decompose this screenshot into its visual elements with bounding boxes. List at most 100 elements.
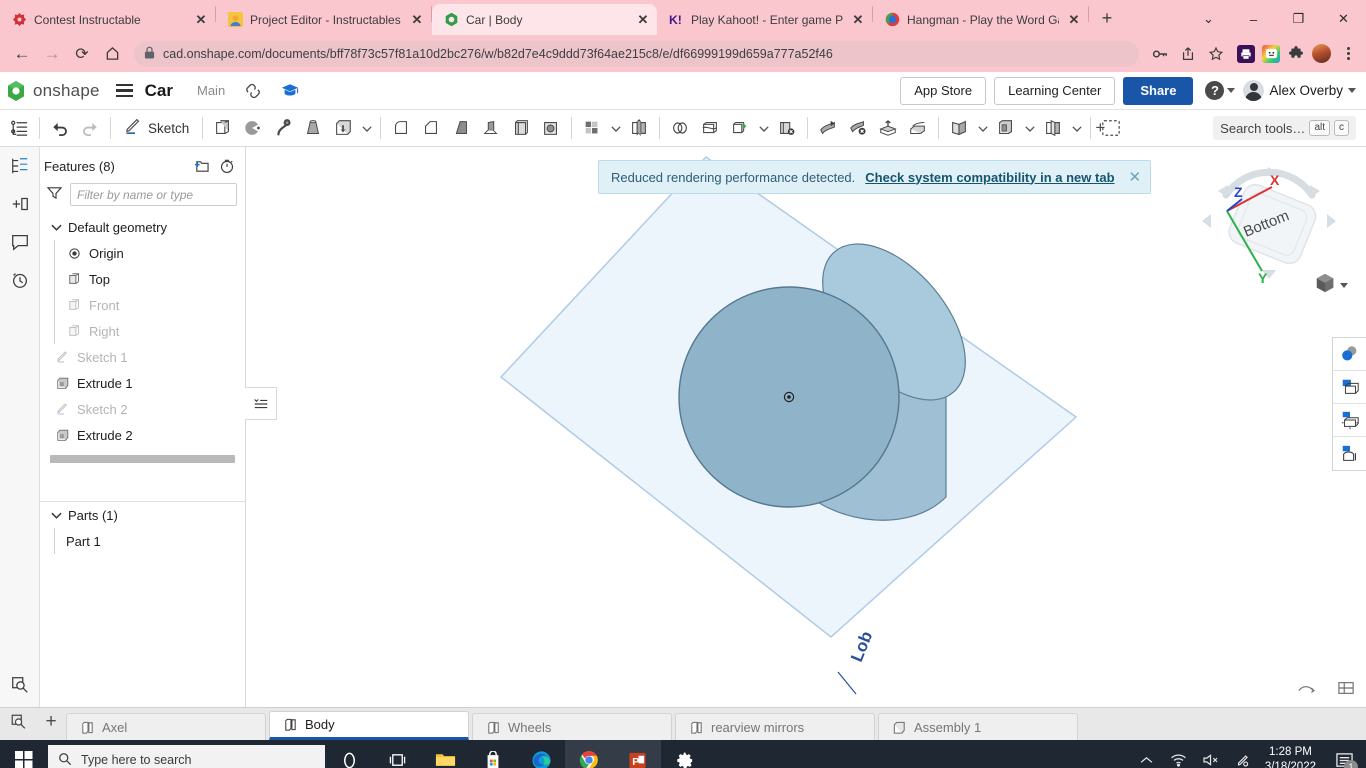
document-tab-body[interactable]: Body: [269, 711, 469, 740]
action-center-icon[interactable]: 1: [1326, 740, 1362, 768]
learning-center-button[interactable]: Learning Center: [994, 77, 1115, 105]
render-shaded-icon[interactable]: [1333, 338, 1366, 371]
puzzle-extensions-icon[interactable]: [1287, 45, 1305, 63]
taskbar-clock[interactable]: 1:28 PM 3/18/2022: [1259, 745, 1326, 768]
tree-node-extrude-2[interactable]: Extrude 2: [44, 422, 245, 448]
chamfer-icon[interactable]: [416, 113, 446, 144]
print-layout-icon[interactable]: [1336, 680, 1356, 701]
zoom-search-icon[interactable]: [8, 673, 32, 697]
transform-dropdown-caret[interactable]: [755, 113, 772, 144]
sheetmetal-dropdown-caret[interactable]: [1068, 113, 1085, 144]
measure-tool-icon[interactable]: [1333, 437, 1366, 470]
sheet-bend-icon[interactable]: [813, 113, 843, 144]
window-close-icon[interactable]: ✕: [1321, 3, 1366, 35]
link-icon[interactable]: [245, 83, 261, 99]
settings-icon[interactable]: [661, 740, 709, 768]
tree-node-front[interactable]: Front: [44, 292, 245, 318]
curve-sweep-icon[interactable]: [268, 113, 298, 144]
chevron-down-icon[interactable]: [50, 223, 62, 231]
hole-icon[interactable]: [536, 113, 566, 144]
task-view-icon[interactable]: [373, 740, 421, 768]
filter-funnel-icon[interactable]: [46, 185, 63, 205]
add-folder-icon[interactable]: [191, 156, 211, 176]
thicken-dropdown-caret[interactable]: [1021, 113, 1038, 144]
pattern-icon[interactable]: [577, 113, 607, 144]
windows-start-icon[interactable]: [0, 740, 48, 768]
screencastify-extension-icon[interactable]: [1262, 45, 1280, 63]
tree-node-sketch-1[interactable]: Sketch 1: [44, 344, 245, 370]
mirror-icon[interactable]: [624, 113, 654, 144]
banner-link[interactable]: Check system compatibility in a new tab: [865, 170, 1114, 185]
parts-header[interactable]: Parts (1): [44, 502, 245, 528]
sketch-button[interactable]: Sketch: [116, 113, 197, 144]
tab-list-icon[interactable]: ⌄: [1186, 3, 1231, 35]
plane-icon[interactable]: [208, 113, 238, 144]
search-tabs-icon[interactable]: [4, 709, 34, 735]
history-icon[interactable]: [8, 268, 32, 292]
tree-node-right[interactable]: Right: [44, 318, 245, 344]
redo-icon[interactable]: [75, 113, 105, 144]
taskbar-search[interactable]: Type here to search: [48, 745, 325, 768]
add-custom-feature-icon[interactable]: +: [1096, 113, 1126, 144]
close-icon[interactable]: ✕: [409, 12, 425, 28]
surface-icon[interactable]: [944, 113, 974, 144]
tree-node-extrude-1[interactable]: Extrude 1: [44, 370, 245, 396]
graduation-cap-icon[interactable]: [281, 83, 299, 98]
feature-list-panel-icon[interactable]: [245, 387, 277, 420]
user-menu[interactable]: Alex Overby: [1243, 80, 1356, 101]
close-icon[interactable]: ✕: [1066, 12, 1082, 28]
tree-node-sketch-2[interactable]: Sketch 2: [44, 396, 245, 422]
pattern-dropdown-caret[interactable]: [607, 113, 624, 144]
insert-part-icon[interactable]: [8, 192, 32, 216]
document-tab-wheels[interactable]: Wheels: [472, 713, 672, 740]
key-icon[interactable]: [1147, 41, 1173, 67]
extrude-icon[interactable]: [328, 113, 358, 144]
share-icon[interactable]: [1175, 41, 1201, 67]
document-tab-assembly-1[interactable]: Assembly 1: [878, 713, 1078, 740]
edge-icon[interactable]: [517, 740, 565, 768]
add-tab-button[interactable]: +: [36, 709, 66, 735]
revolve-icon[interactable]: [298, 113, 328, 144]
rotate-view-icon[interactable]: [1296, 680, 1316, 701]
delete-face-icon[interactable]: [772, 113, 802, 144]
boolean-icon[interactable]: [665, 113, 695, 144]
pen-icon[interactable]: [1227, 740, 1259, 768]
hamburger-menu-icon[interactable]: [116, 84, 133, 98]
share-button[interactable]: Share: [1123, 77, 1193, 105]
close-icon[interactable]: ✕: [850, 12, 866, 28]
app-store-button[interactable]: App Store: [900, 77, 986, 105]
browser-tab-4[interactable]: Hangman - Play the Word Ga ✕: [873, 4, 1088, 35]
browser-tab-2[interactable]: Car | Body ✕: [432, 4, 657, 35]
part-list-item[interactable]: Part 1: [44, 528, 245, 554]
browser-tab-1[interactable]: Project Editor - Instructables ✕: [216, 4, 431, 35]
undo-icon[interactable]: [45, 113, 75, 144]
print-extension-icon[interactable]: [1237, 45, 1255, 63]
comments-icon[interactable]: [8, 230, 32, 254]
banner-close-icon[interactable]: ✕: [1125, 168, 1142, 186]
split-icon[interactable]: [695, 113, 725, 144]
browser-tab-3[interactable]: K! Play Kahoot! - Enter game PI ✕: [657, 4, 872, 35]
back-icon[interactable]: ←: [8, 40, 36, 68]
branch-label[interactable]: Main: [197, 83, 225, 98]
microsoft-store-icon[interactable]: [469, 740, 517, 768]
onshape-logo[interactable]: onshape: [6, 80, 100, 102]
surface-dropdown-caret[interactable]: [974, 113, 991, 144]
chrome-icon[interactable]: [565, 740, 613, 768]
tree-node-top[interactable]: Top: [44, 266, 245, 292]
powerpoint-icon[interactable]: P: [613, 740, 661, 768]
feature-filter-input[interactable]: Filter by name or type: [70, 183, 237, 206]
volume-muted-icon[interactable]: [1195, 740, 1227, 768]
sheet-delete-icon[interactable]: [843, 113, 873, 144]
reload-icon[interactable]: ⟳: [68, 40, 96, 68]
browser-tab-0[interactable]: Contest Instructable ✕: [0, 4, 215, 35]
address-bar[interactable]: cad.onshape.com/documents/bff78f73c57f81…: [134, 41, 1139, 67]
wifi-icon[interactable]: [1163, 740, 1195, 768]
forward-icon[interactable]: →: [38, 40, 66, 68]
graphics-viewport[interactable]: Lob Reduced rendering performance detect…: [246, 147, 1366, 707]
measure-timer-icon[interactable]: [217, 156, 237, 176]
maximize-icon[interactable]: ❐: [1276, 3, 1321, 35]
thicken-icon[interactable]: [991, 113, 1021, 144]
file-explorer-icon[interactable]: [421, 740, 469, 768]
import-derive-icon[interactable]: [873, 113, 903, 144]
document-tab-rearview-mirrors[interactable]: rearview mirrors: [675, 713, 875, 740]
